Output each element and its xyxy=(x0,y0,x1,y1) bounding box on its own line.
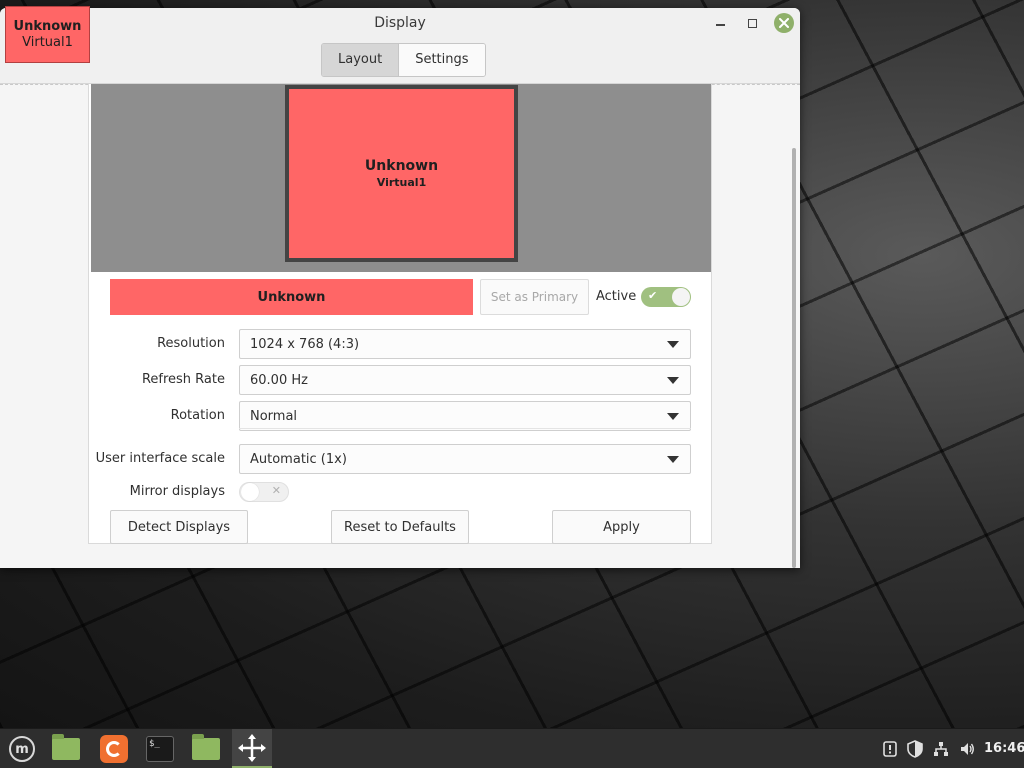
chevron-down-icon xyxy=(667,413,679,420)
detect-displays-button[interactable]: Detect Displays xyxy=(110,510,248,544)
monitor-arrangement-area[interactable]: Unknown Virtual1 xyxy=(91,84,711,272)
security-tray[interactable] xyxy=(906,739,924,759)
check-icon: ✔ xyxy=(648,289,658,302)
active-toggle[interactable]: ✔ xyxy=(641,287,691,307)
display-window-button[interactable] xyxy=(232,729,272,768)
layout-panel: Unknown Virtual1 Unknown Set as Primary … xyxy=(88,84,712,544)
set-as-primary-button[interactable]: Set as Primary xyxy=(480,279,589,315)
refresh-rate-label: Refresh Rate xyxy=(141,372,225,387)
terminal-icon: $_ xyxy=(146,736,174,762)
maximize-icon xyxy=(747,18,757,28)
maximize-button[interactable] xyxy=(742,13,762,33)
network-icon xyxy=(934,742,948,756)
ui-scale-label: User interface scale xyxy=(95,451,225,466)
resolution-dropdown[interactable]: 1024 x 768 (4:3) xyxy=(239,329,691,359)
monitor-tile-connector: Virtual1 xyxy=(376,175,427,189)
close-icon xyxy=(779,18,789,28)
taskbar: m $_ 16:46 xyxy=(0,728,1024,768)
firefox-icon xyxy=(100,735,128,763)
ui-scale-dropdown[interactable]: Automatic (1x) xyxy=(239,444,691,474)
scrollbar[interactable] xyxy=(792,148,796,568)
tab-settings[interactable]: Settings xyxy=(398,44,485,76)
chevron-down-icon xyxy=(667,377,679,384)
display-icon xyxy=(238,733,266,762)
clock[interactable]: 16:46 xyxy=(984,741,1024,756)
apply-button[interactable]: Apply xyxy=(552,510,691,544)
volume-tray[interactable] xyxy=(958,739,976,759)
x-icon: ✕ xyxy=(271,484,281,497)
folder-icon xyxy=(192,734,220,760)
chevron-down-icon xyxy=(667,341,679,348)
minimize-button[interactable] xyxy=(710,13,730,33)
network-tray[interactable] xyxy=(932,739,950,759)
resolution-label: Resolution xyxy=(157,336,225,351)
view-tabs: Layout Settings xyxy=(321,43,486,77)
update-icon xyxy=(883,741,897,757)
monitor-tile[interactable]: Unknown Virtual1 xyxy=(285,85,518,262)
display-settings-window: Display Layout Settings Unknown Virtual1… xyxy=(0,8,800,568)
shield-icon xyxy=(907,740,923,758)
files-icon xyxy=(52,734,80,760)
mirror-displays-toggle[interactable]: ✕ xyxy=(239,482,289,502)
close-button[interactable] xyxy=(774,13,794,33)
ui-scale-value: Automatic (1x) xyxy=(250,451,347,467)
update-manager-tray[interactable] xyxy=(882,739,898,759)
chevron-down-icon xyxy=(667,456,679,463)
firefox-launcher[interactable] xyxy=(96,733,132,765)
toggle-knob xyxy=(241,483,259,501)
reset-to-defaults-button[interactable]: Reset to Defaults xyxy=(331,510,469,544)
mint-menu-button[interactable]: m xyxy=(4,733,40,765)
folder-launcher[interactable] xyxy=(188,733,224,765)
files-launcher[interactable] xyxy=(48,733,84,765)
toggle-knob xyxy=(672,288,690,306)
terminal-launcher[interactable]: $_ xyxy=(142,733,178,765)
resolution-value: 1024 x 768 (4:3) xyxy=(250,336,360,352)
refresh-rate-dropdown[interactable]: 60.00 Hz xyxy=(239,365,691,395)
mint-menu-icon: m xyxy=(9,736,35,762)
tab-layout[interactable]: Layout xyxy=(322,44,399,76)
display-identify-badge: Unknown Virtual1 xyxy=(5,6,90,63)
window-title: Display xyxy=(374,15,426,31)
output-name-bar: Unknown xyxy=(110,279,473,315)
rotation-value: Normal xyxy=(250,408,298,424)
section-divider xyxy=(239,428,691,429)
badge-connector: Virtual1 xyxy=(22,34,73,50)
badge-display-name: Unknown xyxy=(13,18,82,34)
rotation-dropdown[interactable]: Normal xyxy=(239,401,691,431)
active-label: Active xyxy=(596,289,637,304)
volume-icon xyxy=(961,743,974,755)
refresh-rate-value: 60.00 Hz xyxy=(250,372,308,388)
monitor-tile-name: Unknown xyxy=(364,157,439,174)
window-titlebar[interactable]: Display Layout Settings xyxy=(0,8,800,84)
rotation-label: Rotation xyxy=(170,408,225,423)
mirror-displays-label: Mirror displays xyxy=(129,484,225,499)
minimize-icon xyxy=(715,24,725,26)
